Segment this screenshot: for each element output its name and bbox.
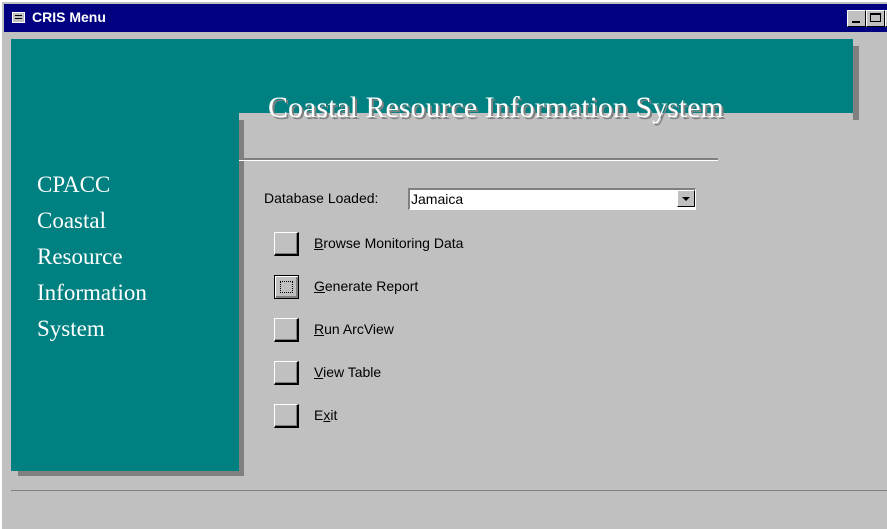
view-table-button[interactable] — [274, 361, 299, 385]
maximize-icon — [870, 13, 881, 22]
title-bar[interactable]: CRIS Menu × — [4, 4, 887, 32]
side-panel-line: Information — [37, 280, 147, 305]
browse-monitoring-data-label: Browse Monitoring Data — [314, 235, 464, 251]
side-panel-shadow — [239, 120, 244, 476]
form-icon[interactable] — [12, 12, 25, 23]
side-panel-line: Resource — [37, 244, 123, 269]
database-select[interactable]: Jamaica — [408, 188, 696, 210]
minimize-icon — [852, 21, 860, 23]
divider — [239, 158, 718, 161]
side-panel-line: CPACC — [37, 172, 111, 197]
app-title: Coastal Resource Information System — [268, 91, 724, 124]
database-loaded-label: Database Loaded: — [264, 190, 379, 206]
minimize-button[interactable] — [847, 10, 866, 27]
header-panel-shadow — [853, 46, 859, 120]
side-panel-line: Coastal — [37, 208, 106, 233]
generate-report-label: Generate Report — [314, 278, 419, 294]
window-title: CRIS Menu — [32, 9, 106, 25]
footer-divider — [11, 490, 887, 491]
side-panel-text: CPACC Coastal Resource Information Syste… — [37, 167, 147, 347]
run-arcview-button[interactable] — [274, 318, 299, 342]
run-arcview-label: Run ArcView — [314, 321, 394, 337]
maximize-button[interactable] — [866, 10, 885, 27]
chevron-down-icon[interactable] — [677, 190, 695, 207]
browse-monitoring-data-button[interactable] — [274, 232, 299, 256]
exit-label: Exit — [314, 407, 338, 423]
exit-button[interactable] — [274, 404, 299, 428]
side-panel-line: System — [37, 316, 105, 341]
generate-report-button[interactable] — [274, 275, 299, 299]
cris-menu-window: CRIS Menu × Coastal Resource Information… — [0, 0, 887, 529]
database-select-value: Jamaica — [411, 191, 464, 207]
side-panel-shadow-bottom — [18, 471, 239, 476]
view-table-label: View Table — [314, 364, 382, 380]
